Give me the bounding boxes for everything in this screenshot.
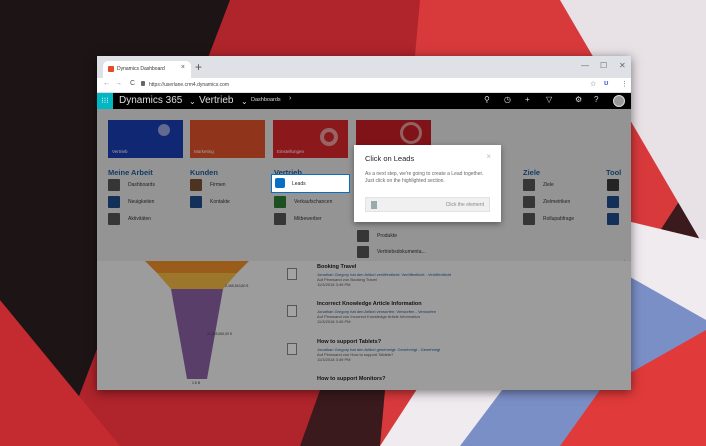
menu-item-leads-highlighted[interactable]: Leads: [271, 174, 350, 193]
popup-title: Click on Leads: [365, 154, 415, 163]
tab-title: Dynamics Dashboard: [117, 66, 165, 72]
app-launcher-icon[interactable]: ⁝⁝⁝: [97, 93, 113, 109]
back-button[interactable]: ←: [103, 80, 110, 87]
dynamics-navbar: ⁝⁝⁝ Dynamics 365 ⌄ Vertrieb ⌄ Dashboards…: [97, 93, 631, 109]
reload-button[interactable]: C: [130, 80, 135, 87]
bookmark-star-icon[interactable]: ☆: [590, 80, 596, 88]
breadcrumb[interactable]: Dashboards: [251, 97, 281, 103]
button-label: Click the element: [445, 202, 484, 208]
popup-close-button[interactable]: ×: [486, 152, 491, 161]
forward-button[interactable]: →: [115, 80, 122, 87]
browser-window: Dynamics Dashboard × + — ☐ ✕ ← → C https…: [97, 56, 631, 390]
breadcrumb-chevron-icon: ›: [289, 95, 292, 102]
new-tab-button[interactable]: +: [195, 60, 202, 74]
lock-icon: [141, 81, 145, 86]
url-field[interactable]: https://userlane.crm4.dynamics.com: [149, 82, 229, 88]
settings-icon[interactable]: ⚙: [575, 95, 582, 104]
plus-icon[interactable]: +: [525, 95, 530, 104]
area-selector[interactable]: Vertrieb: [199, 95, 233, 106]
popup-description: As a next step, we're going to create a …: [365, 171, 484, 184]
address-bar: ← → C https://userlane.crm4.dynamics.com…: [97, 78, 631, 93]
guide-popup: Click on Leads × As a next step, we're g…: [354, 145, 501, 222]
tab-strip: Dynamics Dashboard × + — ☐ ✕: [97, 56, 631, 78]
close-window-button[interactable]: ✕: [619, 61, 626, 70]
minimize-button[interactable]: —: [581, 61, 589, 70]
filter-icon[interactable]: ▽: [546, 95, 552, 104]
area-chevron-icon[interactable]: ⌄: [241, 97, 248, 106]
avatar[interactable]: [613, 95, 625, 107]
browser-tab[interactable]: Dynamics Dashboard ×: [103, 61, 191, 78]
browser-menu-button[interactable]: ⋮: [621, 80, 628, 88]
history-icon[interactable]: ◷: [504, 95, 511, 104]
leads-icon: [275, 178, 285, 188]
favicon-icon: [108, 66, 114, 72]
maximize-button[interactable]: ☐: [600, 61, 607, 70]
help-icon[interactable]: ?: [594, 95, 598, 104]
leads-label: Leads: [292, 181, 306, 187]
app-name[interactable]: Dynamics 365: [119, 95, 182, 106]
tab-close-button[interactable]: ×: [181, 64, 185, 71]
search-icon[interactable]: ⚲: [484, 95, 490, 104]
extension-icon[interactable]: ʊ: [604, 80, 608, 87]
user-icon: [371, 201, 377, 209]
app-chevron-icon[interactable]: ⌄: [189, 97, 196, 106]
click-element-button[interactable]: Click the element: [365, 197, 490, 212]
